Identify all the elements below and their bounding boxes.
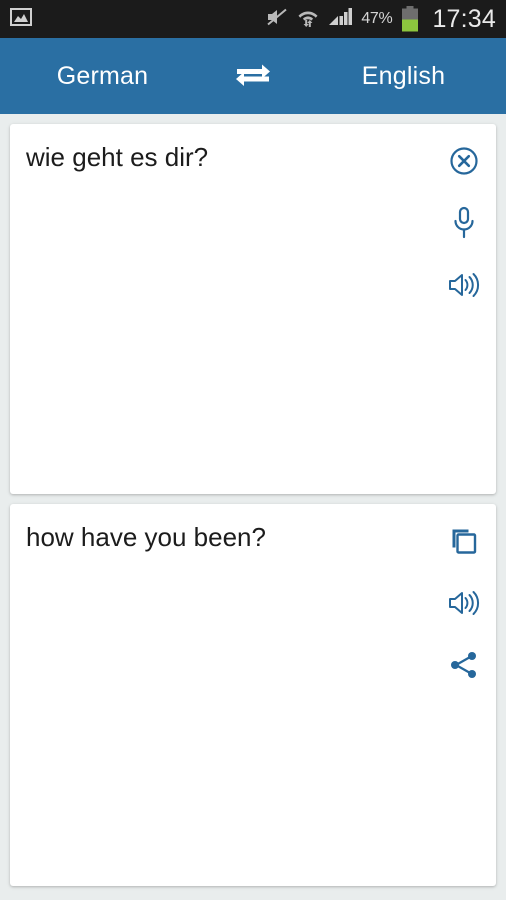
- translated-text-card[interactable]: how have you been?: [10, 504, 496, 886]
- speak-translation-button[interactable]: [436, 574, 492, 636]
- microphone-icon: [449, 206, 479, 245]
- swap-languages-button[interactable]: [215, 59, 291, 94]
- app-screen: 47% 17:34 German English wie geht es dir…: [0, 0, 506, 900]
- share-icon: [449, 650, 479, 685]
- source-language-selector[interactable]: German: [0, 62, 215, 91]
- target-card-actions: [436, 512, 492, 698]
- source-text-card[interactable]: wie geht es dir?: [10, 124, 496, 494]
- source-card-actions: [436, 132, 492, 318]
- cellular-signal-icon: [328, 7, 353, 32]
- battery-percent-label: 47%: [361, 10, 393, 27]
- battery-icon: [401, 6, 419, 32]
- speak-source-button[interactable]: [436, 256, 492, 318]
- clock-label: 17:34: [432, 4, 496, 33]
- copy-icon: [449, 526, 479, 561]
- language-header-bar: German English: [0, 38, 506, 114]
- status-bar-left: [0, 6, 32, 33]
- voice-input-button[interactable]: [436, 194, 492, 256]
- copy-translation-button[interactable]: [436, 512, 492, 574]
- status-bar: 47% 17:34: [0, 0, 506, 38]
- target-language-selector[interactable]: English: [291, 62, 506, 91]
- share-translation-button[interactable]: [436, 636, 492, 698]
- swap-horizontal-icon: [233, 59, 273, 94]
- volume-muted-icon: [266, 7, 288, 32]
- image-notification-icon: [10, 6, 32, 33]
- close-circle-icon: [449, 146, 479, 181]
- source-text[interactable]: wie geht es dir?: [26, 140, 426, 174]
- speaker-icon: [448, 589, 480, 622]
- status-bar-right: 47% 17:34: [266, 5, 506, 34]
- wifi-data-transfer-icon: [297, 6, 319, 33]
- speaker-icon: [448, 271, 480, 304]
- clear-text-button[interactable]: [436, 132, 492, 194]
- translated-text[interactable]: how have you been?: [26, 520, 426, 554]
